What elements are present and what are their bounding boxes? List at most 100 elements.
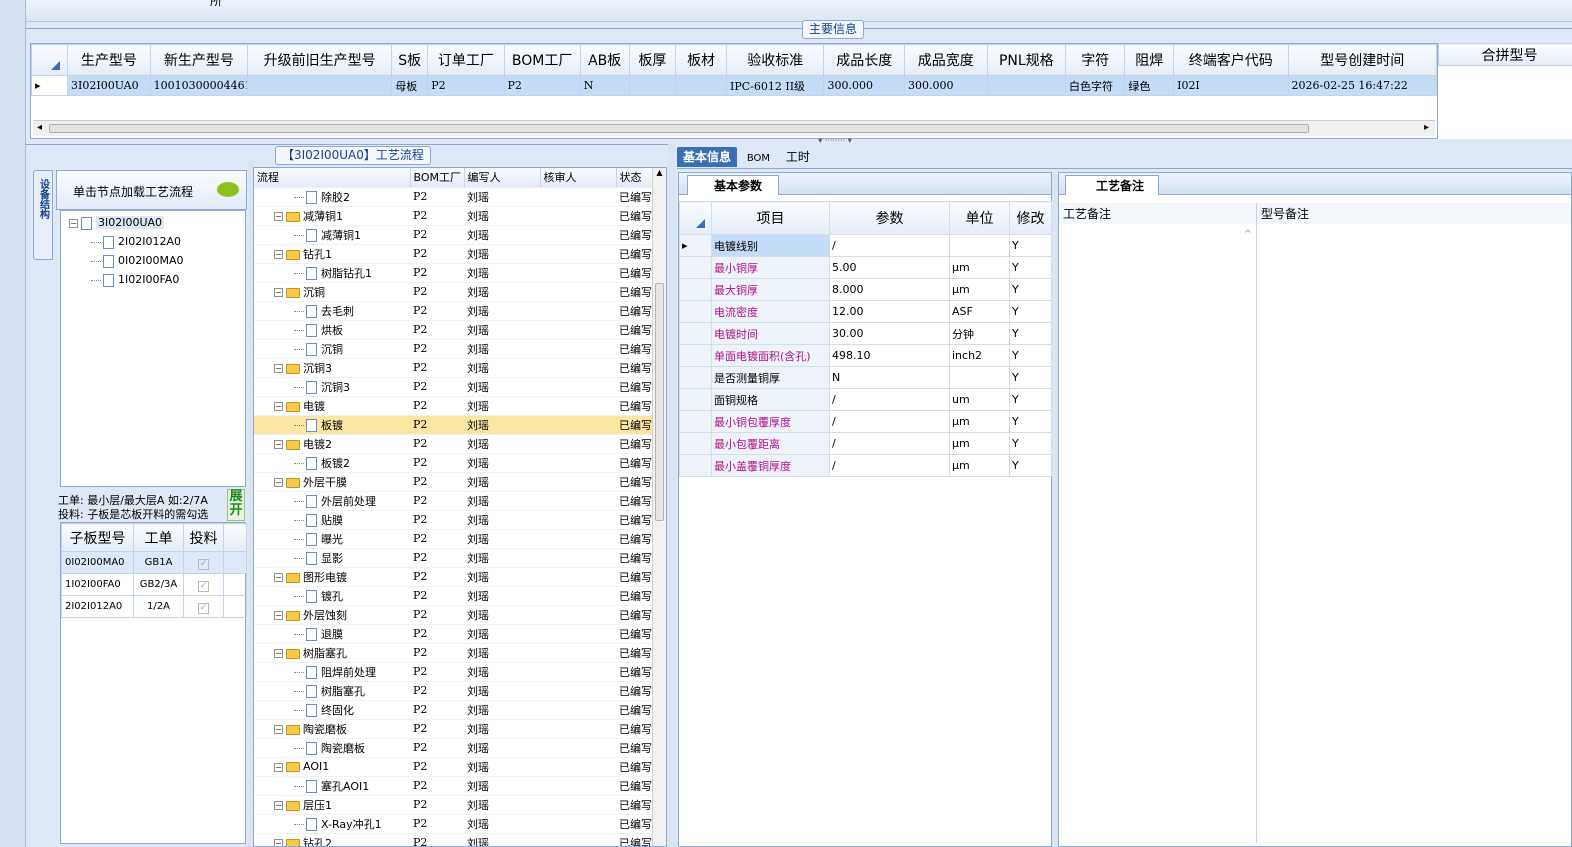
sub-model-cell[interactable]: 0I02I00MA0	[61, 551, 134, 574]
flow-status-cell[interactable]: 已编写	[616, 320, 654, 340]
flow-writer-cell[interactable]: 刘瑶	[464, 795, 540, 815]
collapse-icon[interactable]: −	[274, 478, 283, 487]
equipment-structure-tab[interactable]: 设备结构	[33, 170, 53, 260]
flow-writer-cell[interactable]: 刘瑶	[464, 396, 540, 416]
collapse-icon[interactable]: −	[274, 611, 283, 620]
flow-status-cell[interactable]: 已编写	[616, 301, 654, 321]
flow-factory-cell[interactable]: P2	[410, 624, 464, 644]
flow-factory-cell[interactable]: P2	[410, 396, 464, 416]
param-value-cell[interactable]: 12.00	[829, 300, 950, 323]
main-header-col[interactable]: 终端客户代码	[1173, 44, 1289, 76]
flow-row[interactable]: 外层前处理 P2 刘瑶 已编写	[254, 491, 654, 511]
main-cell[interactable]: P2	[503, 75, 581, 96]
process-flow-grid[interactable]: 流程 BOM工厂 编写人 核审人 状态 除胶2 P2 刘瑶 已编写 − 减薄铜1 P2 刘瑶已…	[253, 167, 667, 847]
flow-writer-cell[interactable]: 刘瑶	[464, 358, 540, 378]
collapse-icon[interactable]: −	[69, 218, 78, 228]
flow-factory-cell[interactable]: P2	[410, 339, 464, 359]
flow-reviewer-cell[interactable]	[540, 776, 616, 796]
flow-status-cell[interactable]: 已编写	[616, 510, 654, 530]
flow-writer-cell[interactable]: 刘瑶	[464, 605, 540, 625]
main-cell[interactable]: I02I	[1173, 75, 1289, 96]
flow-factory-cell[interactable]: P2	[410, 415, 464, 435]
flow-factory-cell[interactable]: P2	[410, 567, 464, 587]
sub-table-row[interactable]: 1I02I00FA0 GB2/3A ✓	[61, 573, 247, 596]
flow-status-cell[interactable]: 已编写	[616, 757, 654, 777]
flow-writer-cell[interactable]: 刘瑶	[464, 453, 540, 473]
sub-table-row[interactable]: 2I02I012A0 1/2A ✓	[61, 595, 247, 618]
flow-reviewer-cell[interactable]	[540, 738, 616, 758]
sub-table-row[interactable]: 0I02I00MA0 GB1A ✓	[61, 551, 247, 574]
flow-status-cell[interactable]: 已编写	[616, 206, 654, 226]
main-cell[interactable]: P2	[427, 75, 505, 96]
flow-status-cell[interactable]: 已编写	[616, 244, 654, 264]
flow-reviewer-cell[interactable]	[540, 415, 616, 435]
flow-status-cell[interactable]: 已编写	[616, 415, 654, 435]
flow-status-cell[interactable]: 已编写	[616, 681, 654, 701]
tab-basic-info[interactable]: 基本信息	[677, 147, 738, 167]
flow-scroll-thumb[interactable]	[655, 283, 664, 521]
flow-reviewer-cell[interactable]	[540, 833, 616, 846]
flow-reviewer-cell[interactable]	[540, 643, 616, 663]
flow-process-cell[interactable]: − 陶瓷磨板	[254, 719, 410, 739]
main-header-col[interactable]: AB板	[579, 44, 630, 76]
flow-process-cell[interactable]: 曝光	[254, 529, 410, 549]
main-cell[interactable]: 绿色	[1124, 75, 1175, 96]
process-remark-box[interactable]: 工艺备注 ^	[1059, 203, 1257, 843]
flow-process-cell[interactable]: 陶瓷磨板	[254, 738, 410, 758]
tree-child-node[interactable]: 1I02I00FA0	[61, 270, 245, 289]
flow-writer-cell[interactable]: 刘瑶	[464, 529, 540, 549]
tab-basic-params[interactable]: 基本参数	[687, 175, 780, 195]
flow-row[interactable]: − 图形电镀 P2 刘瑶 已编写	[254, 567, 654, 587]
flow-writer-cell[interactable]: 刘瑶	[464, 244, 540, 264]
scroll-right-icon[interactable]: ▸	[1424, 122, 1429, 133]
flow-process-cell[interactable]: − 减薄铜1	[254, 206, 410, 226]
flow-row[interactable]: − 外层干膜 P2 刘瑶 已编写	[254, 472, 654, 492]
flow-row[interactable]: − 减薄铜1 P2 刘瑶 已编写	[254, 206, 654, 226]
flow-status-cell[interactable]: 已编写	[616, 738, 654, 758]
param-row[interactable]: 电流密度 12.00 ASF Y	[679, 300, 1052, 323]
flow-row[interactable]: − 钻孔2 P2 刘瑶 已编写	[254, 833, 654, 846]
tree-root-node[interactable]: − 3I02I00UA0	[61, 213, 245, 232]
flow-process-cell[interactable]: 沉铜	[254, 339, 410, 359]
flow-row[interactable]: 陶瓷磨板 P2 刘瑶 已编写	[254, 738, 654, 758]
flow-writer-cell[interactable]: 刘瑶	[464, 567, 540, 587]
flow-process-cell[interactable]: 树脂塞孔	[254, 681, 410, 701]
flow-status-cell[interactable]: 已编写	[616, 396, 654, 416]
main-cell[interactable]: 300.000	[903, 75, 988, 96]
flow-factory-cell[interactable]: P2	[410, 263, 464, 283]
flow-reviewer-cell[interactable]	[540, 225, 616, 245]
flow-reviewer-cell[interactable]	[540, 396, 616, 416]
flow-reviewer-cell[interactable]	[540, 206, 616, 226]
flow-reviewer-cell[interactable]	[540, 282, 616, 302]
flow-process-cell[interactable]: − AOI1	[254, 757, 410, 777]
feed-checkbox[interactable]: ✓	[183, 595, 224, 618]
flow-status-cell[interactable]: 已编写	[616, 282, 654, 302]
flow-process-cell[interactable]: 贴膜	[254, 510, 410, 530]
flow-status-cell[interactable]: 已编写	[616, 187, 654, 207]
flow-status-cell[interactable]: 已编写	[616, 263, 654, 283]
flow-row[interactable]: − AOI1 P2 刘瑶 已编写	[254, 757, 654, 777]
tab-bom[interactable]: BOM	[741, 149, 776, 169]
flow-writer-cell[interactable]: 刘瑶	[464, 548, 540, 568]
flow-factory-cell[interactable]: P2	[410, 700, 464, 720]
param-value-cell[interactable]: 5.00	[829, 256, 950, 279]
flow-writer-cell[interactable]: 刘瑶	[464, 377, 540, 397]
sub-order-cell[interactable]: GB1A	[133, 551, 184, 574]
flow-reviewer-cell[interactable]	[540, 187, 616, 207]
main-header-col[interactable]: PNL规格	[986, 44, 1067, 76]
tab-process-remarks[interactable]: 工艺备注	[1065, 175, 1160, 195]
flow-factory-cell[interactable]: P2	[410, 453, 464, 473]
flow-process-cell[interactable]: 板镀	[254, 415, 410, 435]
flow-process-cell[interactable]: − 图形电镀	[254, 567, 410, 587]
flow-reviewer-cell[interactable]	[540, 814, 616, 834]
param-row[interactable]: 面铜规格 / um Y	[679, 388, 1052, 411]
flow-reviewer-cell[interactable]	[540, 605, 616, 625]
flow-process-cell[interactable]: 退膜	[254, 624, 410, 644]
flow-row[interactable]: 除胶2 P2 刘瑶 已编写	[254, 187, 654, 207]
flow-row[interactable]: 烘板 P2 刘瑶 已编写	[254, 320, 654, 340]
param-value-cell[interactable]: 498.10	[829, 344, 950, 367]
main-header-col[interactable]: 生产型号	[67, 44, 151, 76]
main-cell[interactable]: 300.000	[823, 75, 905, 96]
flow-process-cell[interactable]: 减薄铜1	[254, 225, 410, 245]
flow-status-cell[interactable]: 已编写	[616, 776, 654, 796]
